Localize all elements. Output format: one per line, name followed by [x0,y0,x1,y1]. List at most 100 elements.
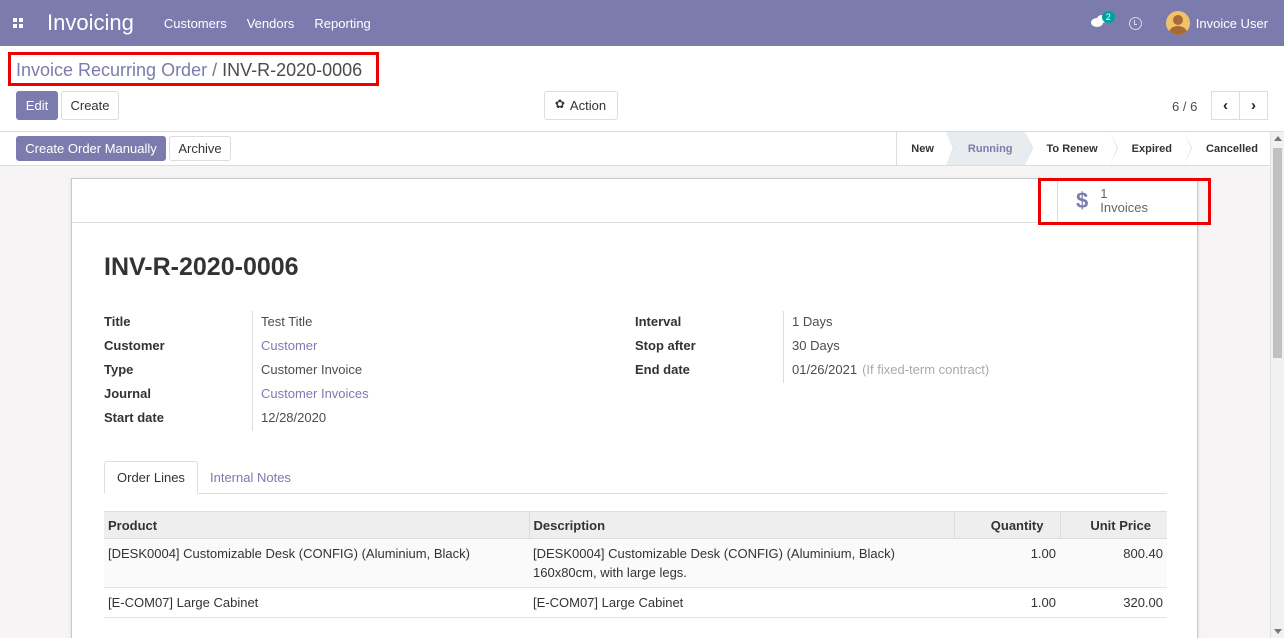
pager-next-button[interactable]: › [1239,91,1268,120]
field-value-stop-after: 30 Days [792,337,840,353]
cell-quantity: 1.00 [954,538,1060,588]
cell-description: [E-COM07] Large Cabinet [529,587,954,618]
field-row-type: Type Customer Invoice [104,357,369,381]
table-row-empty [104,617,1167,638]
pager-value[interactable]: 6 / 6 [1172,99,1197,114]
pager-previous-button[interactable]: ‹ [1211,91,1240,120]
breadcrumb-highlight-box [8,52,379,86]
column-header-product[interactable]: Product [104,511,529,539]
archive-button[interactable]: Archive [169,136,231,161]
scrollbar[interactable] [1270,132,1284,638]
customer-link[interactable]: Customer [261,338,317,353]
field-label: Title [104,313,131,329]
action-button-label: Action [569,98,607,113]
chevron-right-icon: › [1251,97,1256,114]
field-label: Journal [104,385,151,401]
cell-unit-price: 320.00 [1060,587,1167,618]
gear-icon [555,97,566,111]
form-sheet: $ 1 Invoices INV-R-2020-0006 Title Test … [71,178,1198,638]
stat-button-highlight-box [1038,178,1211,225]
field-divider [252,311,253,431]
field-divider [783,311,784,383]
notebook-tabs: Order Lines Internal Notes [104,461,1167,494]
column-header-quantity[interactable]: Quantity [953,511,1060,539]
tab-order-lines[interactable]: Order Lines [104,461,198,494]
chat-icon[interactable]: 2 [1089,11,1115,33]
edit-button[interactable]: Edit [16,91,58,120]
left-field-group: Title Test Title Customer Customer Type … [104,309,369,429]
description-line: 160x80cm, with large legs. [533,565,687,580]
form-background: $ 1 Invoices INV-R-2020-0006 Title Test … [0,166,1270,638]
field-value-end-date: 01/26/2021 [792,361,858,377]
field-label: Interval [635,313,682,329]
stage-new[interactable]: New [897,132,954,165]
stage-label: Cancelled [1206,142,1258,155]
cell-quantity: 1.00 [954,587,1060,618]
user-name[interactable]: Invoice User [1196,16,1268,31]
field-value-interval: 1 Days [792,313,833,329]
column-header-description[interactable]: Description [528,511,954,539]
right-field-group: Interval 1 Days Stop after 30 Days End d… [635,309,989,381]
top-navbar: Invoicing Customers Vendors Reporting 2 … [0,0,1284,46]
scroll-down-icon[interactable] [1274,629,1282,634]
tab-label: Internal Notes [210,470,291,485]
control-panel: Invoice Recurring Order / INV-R-2020-0006 … [0,46,1284,132]
order-lines-table: Product Description Quantity Unit Price … [104,511,1167,638]
end-date-note: (If fixed-term contract) [862,361,990,377]
description-line: [DESK0004] Customizable Desk (CONFIG) (A… [533,546,895,561]
action-button[interactable]: Action [544,91,618,120]
field-row-journal: Journal Customer Invoices [104,381,369,405]
table-row[interactable]: [E-COM07] Large Cabinet [E-COM07] Large … [104,587,1167,618]
field-row-end-date: End date 01/26/2021 (If fixed-term contr… [635,357,989,381]
field-value-type: Customer Invoice [261,361,363,377]
menu-item-customers[interactable]: Customers [164,16,227,31]
activity-clock-icon[interactable] [1128,16,1142,30]
stage-pipeline: New Running To Renew Expired Cancelled [896,132,1270,165]
stage-cancelled[interactable]: Cancelled [1184,132,1270,165]
field-row-interval: Interval 1 Days [635,309,989,333]
stage-expired[interactable]: Expired [1109,132,1193,165]
create-order-manually-button[interactable]: Create Order Manually [16,136,166,161]
field-row-start-date: Start date 12/28/2020 [104,405,369,429]
table-header-row: Product Description Quantity Unit Price [104,511,1167,539]
field-label: Stop after [635,337,696,353]
scroll-up-icon[interactable] [1274,136,1282,141]
stage-label: New [911,142,934,155]
column-header-unit-price[interactable]: Unit Price [1059,511,1167,539]
create-button[interactable]: Create [61,91,119,120]
menu-item-vendors[interactable]: Vendors [247,16,295,31]
tab-label: Order Lines [117,470,185,485]
stage-to-renew[interactable]: To Renew [1024,132,1118,165]
stage-label: Expired [1131,142,1173,155]
scrollbar-thumb[interactable] [1273,148,1282,358]
cell-product: [DESK0004] Customizable Desk (CONFIG) (A… [104,538,529,588]
form-statusbar: Create Order Manually Archive New Runnin… [0,132,1284,166]
chevron-left-icon: ‹ [1223,97,1228,114]
field-label: Type [104,361,134,377]
field-row-title: Title Test Title [104,309,369,333]
field-label: End date [635,361,690,377]
tab-internal-notes[interactable]: Internal Notes [198,461,303,494]
apps-menu-icon[interactable] [0,0,34,46]
field-label: Customer [104,337,165,353]
cell-product: [E-COM07] Large Cabinet [104,587,529,618]
cell-unit-price: 800.40 [1060,538,1167,588]
field-row-customer: Customer Customer [104,333,369,357]
main-menu: Customers Vendors Reporting [164,16,391,31]
field-value-title: Test Title [261,313,313,329]
journal-link[interactable]: Customer Invoices [261,386,369,401]
avatar[interactable] [1165,11,1190,35]
chat-count-badge: 2 [1101,11,1115,23]
record-title: INV-R-2020-0006 [104,253,299,281]
systray: 2 Invoice User [1089,0,1284,46]
app-name[interactable]: Invoicing [47,10,134,36]
field-label: Start date [104,409,164,425]
menu-item-reporting[interactable]: Reporting [314,16,370,31]
smart-button-box: $ 1 Invoices [72,179,1197,223]
stage-label: Running [967,142,1013,155]
stage-label: To Renew [1046,142,1098,155]
field-value-start-date: 12/28/2020 [261,409,327,425]
stage-running[interactable]: Running [945,132,1033,165]
table-row[interactable]: [DESK0004] Customizable Desk (CONFIG) (A… [104,538,1167,588]
field-row-stop-after: Stop after 30 Days [635,333,989,357]
